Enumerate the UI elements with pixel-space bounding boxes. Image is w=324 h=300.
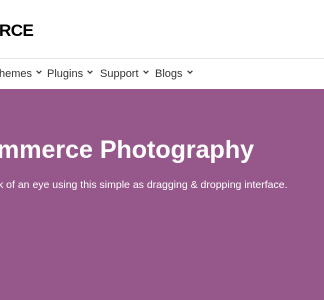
nav-item-support[interactable]: Support	[100, 68, 149, 81]
nav-item-label: hemes	[0, 68, 33, 80]
nav-item-themes[interactable]: hemes	[0, 68, 42, 81]
chevron-down-icon	[87, 70, 93, 74]
hero-subtitle: k of an eye using this simple as draggin…	[0, 179, 288, 191]
nav-item-plugins[interactable]: Plugins	[47, 68, 93, 81]
site-logo[interactable]: RCE	[0, 22, 34, 40]
nav-item-label: Support	[100, 68, 139, 80]
site-header: RCE	[0, 0, 324, 58]
main-navigation: hemes Plugins Support Blogs	[0, 59, 324, 89]
hero-banner: mmerce Photography k of an eye using thi…	[0, 89, 324, 300]
chevron-down-icon	[186, 70, 193, 74]
chevron-down-icon	[142, 70, 149, 74]
hero-title: mmerce Photography	[0, 136, 255, 164]
nav-item-label: Blogs	[155, 68, 183, 80]
chevron-down-icon	[36, 70, 42, 74]
nav-item-blogs[interactable]: Blogs	[155, 68, 193, 81]
nav-item-label: Plugins	[47, 68, 84, 80]
